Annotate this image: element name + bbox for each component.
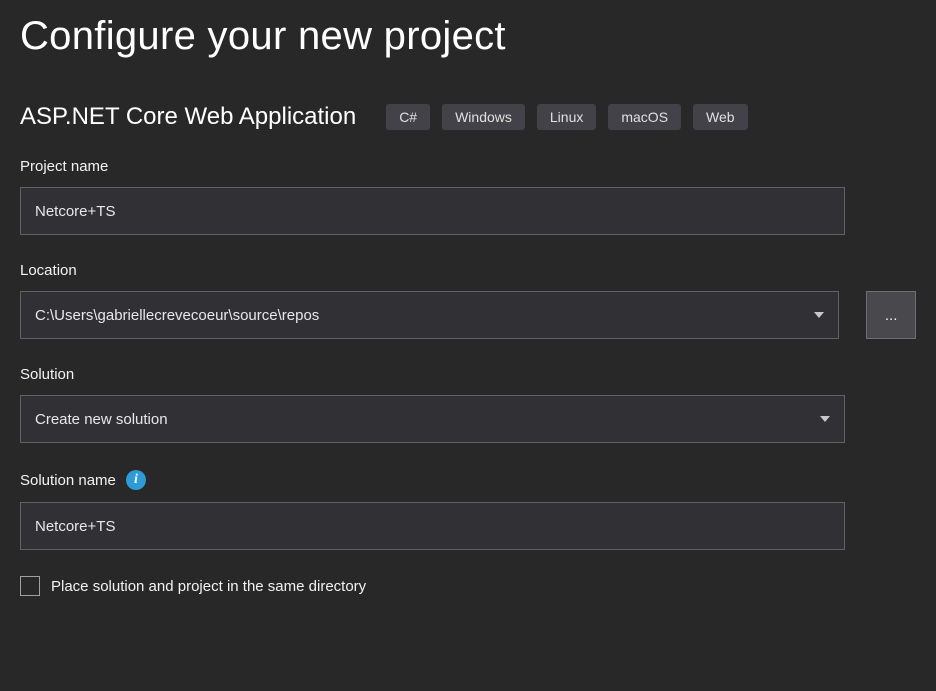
configure-project-page: Configure your new project ASP.NET Core … (0, 0, 936, 691)
solution-name-label: Solution name (20, 472, 116, 489)
location-value: C:\Users\gabriellecrevecoeur\source\repo… (35, 307, 319, 324)
same-directory-option[interactable]: Place solution and project in the same d… (20, 576, 916, 596)
location-field: Location C:\Users\gabriellecrevecoeur\so… (20, 262, 916, 339)
info-icon[interactable]: i (126, 470, 146, 490)
template-header: ASP.NET Core Web Application C# Windows … (20, 103, 916, 131)
location-label: Location (20, 262, 77, 279)
tag-csharp: C# (386, 104, 430, 130)
project-name-label: Project name (20, 158, 108, 175)
project-name-input[interactable] (20, 187, 845, 235)
tag-linux: Linux (537, 104, 596, 130)
tag-windows: Windows (442, 104, 525, 130)
solution-combobox[interactable]: Create new solution (20, 395, 845, 443)
same-directory-label: Place solution and project in the same d… (51, 578, 366, 595)
location-combobox[interactable]: C:\Users\gabriellecrevecoeur\source\repo… (20, 291, 839, 339)
template-name: ASP.NET Core Web Application (20, 103, 356, 131)
solution-name-field: Solution name i (20, 470, 916, 550)
same-directory-checkbox[interactable] (20, 576, 40, 596)
chevron-down-icon (814, 312, 824, 318)
solution-value: Create new solution (35, 411, 168, 428)
tag-macos: macOS (608, 104, 681, 130)
project-name-field: Project name (20, 158, 916, 235)
page-title: Configure your new project (20, 14, 916, 59)
solution-label: Solution (20, 366, 74, 383)
solution-field: Solution Create new solution (20, 366, 916, 443)
tag-web: Web (693, 104, 748, 130)
browse-button[interactable]: ... (866, 291, 916, 339)
chevron-down-icon (820, 416, 830, 422)
solution-name-input[interactable] (20, 502, 845, 550)
